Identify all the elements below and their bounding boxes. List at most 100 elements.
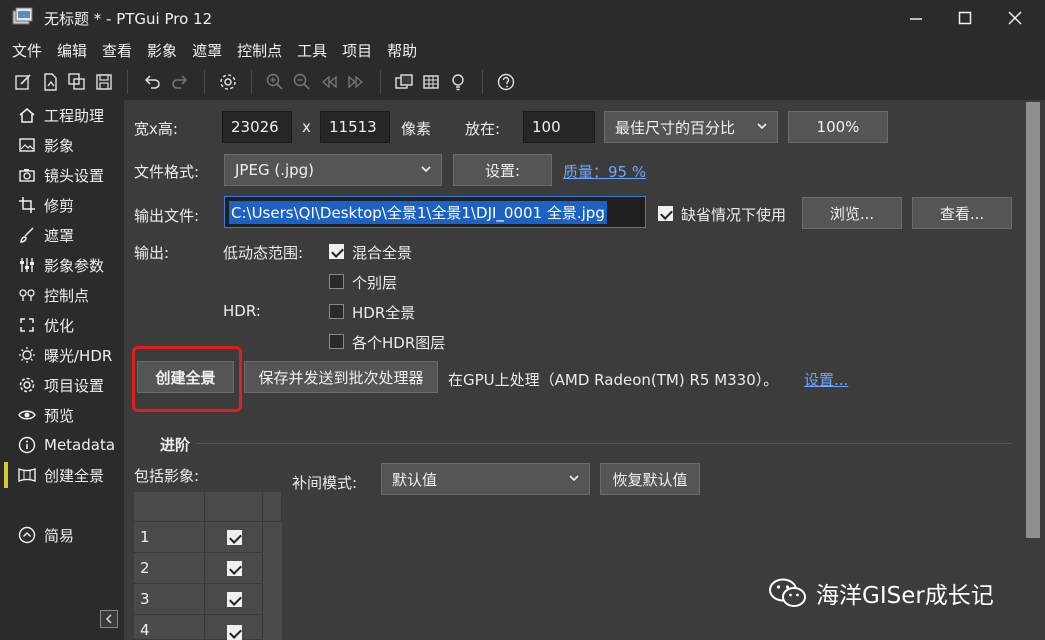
include-image-checkbox[interactable] bbox=[227, 561, 242, 576]
menu-file[interactable]: 文件 bbox=[12, 40, 42, 61]
chevron-down-icon bbox=[421, 166, 431, 173]
sidebar-item-preview[interactable]: 预览 bbox=[0, 400, 124, 430]
menu-help[interactable]: 帮助 bbox=[387, 40, 417, 61]
open-file-icon[interactable] bbox=[40, 72, 60, 92]
menu-bar: 文件 编辑 查看 影象 遮罩 控制点 工具 项目 帮助 bbox=[0, 36, 1045, 64]
table-row bbox=[205, 615, 263, 640]
sidebar-item-label: 优化 bbox=[44, 316, 75, 335]
undo-icon[interactable] bbox=[142, 72, 162, 92]
include-image-checkbox[interactable] bbox=[227, 625, 242, 640]
scrollbar-thumb[interactable] bbox=[1026, 102, 1040, 538]
ldr-label: 低动态范围: bbox=[223, 244, 304, 262]
sidebar-item-lens-settings[interactable]: 镜头设置 bbox=[0, 160, 124, 190]
zoom-in-icon[interactable] bbox=[265, 72, 285, 92]
crop-icon bbox=[19, 197, 35, 213]
sun-icon bbox=[19, 347, 35, 363]
gpu-settings-link[interactable]: 设置... bbox=[804, 369, 848, 390]
view-button[interactable]: 查看... bbox=[912, 197, 1012, 229]
output-label: 输出: bbox=[134, 244, 170, 262]
table-header-cell bbox=[134, 492, 205, 522]
sidebar-item-project-assistant[interactable]: 工程助理 bbox=[0, 100, 124, 130]
sidebar-item-exposure-hdr[interactable]: 曝光/HDR bbox=[0, 340, 124, 370]
sidebar-item-project-settings[interactable]: 项目设置 bbox=[0, 370, 124, 400]
close-button[interactable] bbox=[992, 0, 1038, 36]
size-mode-value: 最佳尺寸的百分比 bbox=[615, 118, 736, 137]
hdr-layers-checkbox[interactable] bbox=[329, 334, 344, 349]
maximize-icon bbox=[958, 11, 972, 25]
brush-icon bbox=[20, 227, 34, 243]
optimize-icon bbox=[20, 318, 34, 332]
hdr-layers-label: 各个HDR图层 bbox=[352, 334, 446, 352]
menu-edit[interactable]: 编辑 bbox=[57, 40, 87, 61]
copy-icon[interactable] bbox=[67, 72, 87, 92]
send-to-batch-button[interactable]: 保存并发送到批次处理器 bbox=[244, 361, 438, 393]
output-file-input[interactable]: C:\Users\QI\Desktop\全景1\全景1\DJI_0001 全景.… bbox=[224, 196, 646, 228]
place-label: 放在: bbox=[465, 120, 501, 138]
interpolation-dropdown[interactable]: 默认值 bbox=[381, 463, 590, 495]
browse-button[interactable]: 浏览... bbox=[802, 197, 902, 229]
restore-defaults-button[interactable]: 恢复默认值 bbox=[600, 463, 700, 495]
lightbulb-icon[interactable] bbox=[448, 72, 468, 92]
save-icon[interactable] bbox=[94, 72, 114, 92]
percent-100-button[interactable]: 100% bbox=[788, 111, 888, 143]
file-format-label: 文件格式: bbox=[134, 163, 200, 181]
vertical-scrollbar[interactable] bbox=[1022, 100, 1045, 640]
sidebar-item-image-parameters[interactable]: 影象参数 bbox=[0, 250, 124, 280]
quality-link[interactable]: 质量：95 % bbox=[563, 161, 646, 182]
redo-icon[interactable] bbox=[170, 72, 190, 92]
blended-panorama-checkbox[interactable] bbox=[329, 244, 344, 259]
settings-gear-icon[interactable] bbox=[218, 72, 238, 92]
use-default-checkbox[interactable] bbox=[658, 206, 673, 221]
sidebar-item-simple[interactable]: 简易 bbox=[0, 520, 124, 550]
sidebar-item-label: 控制点 bbox=[44, 286, 90, 305]
collapse-sidebar-button[interactable] bbox=[100, 610, 118, 628]
menu-mask[interactable]: 遮罩 bbox=[192, 40, 222, 61]
sidebar-item-label: 修剪 bbox=[44, 196, 75, 215]
chevron-down-icon bbox=[569, 475, 579, 482]
sidebar-item-control-points[interactable]: 控制点 bbox=[0, 280, 124, 310]
menu-control-points[interactable]: 控制点 bbox=[237, 40, 282, 61]
previous-icon[interactable] bbox=[319, 72, 339, 92]
include-image-checkbox[interactable] bbox=[227, 592, 242, 607]
sidebar-item-create-panorama[interactable]: 创建全景 bbox=[0, 460, 124, 490]
section-divider bbox=[196, 443, 1012, 444]
include-image-checkbox[interactable] bbox=[227, 530, 242, 545]
chevron-left-icon bbox=[105, 614, 112, 624]
place-value-input[interactable]: 100 bbox=[523, 111, 595, 143]
individual-layers-checkbox[interactable] bbox=[329, 274, 344, 289]
new-project-icon[interactable] bbox=[13, 72, 33, 92]
wechat-icon bbox=[769, 578, 806, 607]
next-icon[interactable] bbox=[346, 72, 366, 92]
sidebar-item-crop[interactable]: 修剪 bbox=[0, 190, 124, 220]
format-settings-button[interactable]: 设置: bbox=[453, 154, 552, 186]
table-row bbox=[205, 584, 263, 615]
include-images-label: 包括影象: bbox=[134, 467, 200, 485]
include-images-table: 1 2 3 4 bbox=[134, 492, 282, 640]
panorama-editor-icon[interactable] bbox=[394, 72, 414, 92]
menu-tools[interactable]: 工具 bbox=[297, 40, 327, 61]
sidebar-item-label: 预览 bbox=[44, 406, 75, 425]
table-icon[interactable] bbox=[421, 72, 441, 92]
height-input[interactable]: 11513 bbox=[320, 111, 390, 143]
sidebar-item-label: Metadata bbox=[44, 436, 116, 454]
pixels-unit-label: 像素 bbox=[401, 120, 432, 138]
width-input[interactable]: 23026 bbox=[222, 111, 292, 143]
minimize-button[interactable] bbox=[893, 0, 939, 36]
sidebar-item-mask[interactable]: 遮罩 bbox=[0, 220, 124, 250]
menu-images[interactable]: 影象 bbox=[147, 40, 177, 61]
help-icon[interactable] bbox=[496, 72, 516, 92]
size-label: 宽x高: bbox=[134, 120, 178, 138]
size-mode-dropdown[interactable]: 最佳尺寸的百分比 bbox=[604, 111, 778, 143]
sidebar-item-images[interactable]: 影象 bbox=[0, 130, 124, 160]
home-icon bbox=[19, 108, 35, 123]
advanced-section-title: 进阶 bbox=[160, 436, 191, 454]
file-format-dropdown[interactable]: JPEG (.jpg) bbox=[224, 154, 442, 186]
sidebar-item-optimize[interactable]: 优化 bbox=[0, 310, 124, 340]
menu-project[interactable]: 项目 bbox=[342, 40, 372, 61]
maximize-button[interactable] bbox=[942, 0, 988, 36]
sidebar-item-metadata[interactable]: Metadata bbox=[0, 430, 124, 460]
table-row-number: 2 bbox=[134, 553, 205, 584]
zoom-out-icon[interactable] bbox=[292, 72, 312, 92]
hdr-panorama-checkbox[interactable] bbox=[329, 304, 344, 319]
menu-view[interactable]: 查看 bbox=[102, 40, 132, 61]
